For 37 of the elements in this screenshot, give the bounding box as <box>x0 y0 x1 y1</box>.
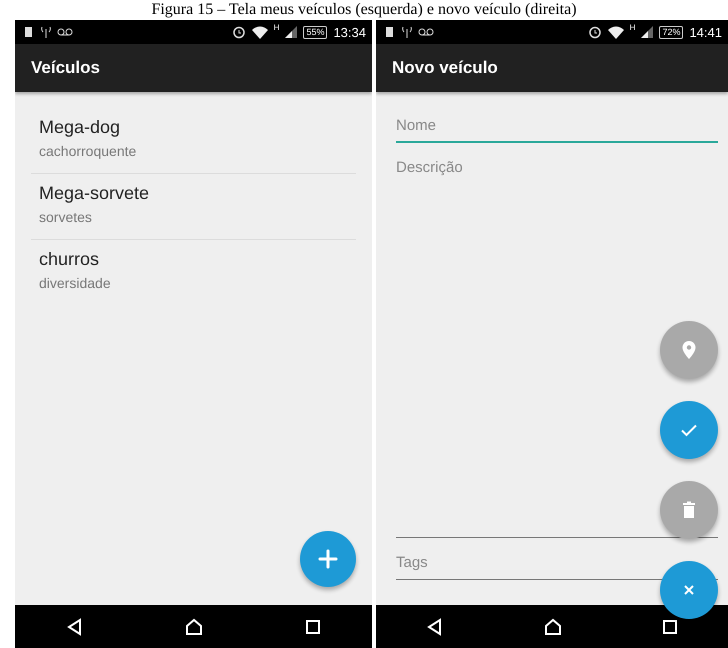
screen-title: Veículos <box>31 58 100 78</box>
home-icon[interactable] <box>544 618 562 636</box>
close-button[interactable] <box>660 561 718 619</box>
battery-level: 55% <box>303 26 328 38</box>
network-type: H <box>630 23 636 32</box>
add-button[interactable] <box>300 531 356 587</box>
save-button[interactable] <box>660 401 718 459</box>
vehicle-name[interactable]: Mega-sorvete <box>39 183 150 204</box>
wifi-icon <box>608 26 624 38</box>
vehicle-category: cachorroquente <box>39 143 136 159</box>
alarm-icon <box>588 25 602 39</box>
recents-icon[interactable] <box>662 618 678 634</box>
clock: 14:41 <box>689 24 722 40</box>
plus-icon <box>316 547 340 571</box>
signal-icon <box>641 26 654 38</box>
network-type: H <box>274 23 280 32</box>
clock: 13:34 <box>333 24 366 40</box>
antenna-icon <box>402 26 412 38</box>
home-icon[interactable] <box>185 618 204 636</box>
signal-icon <box>285 26 298 38</box>
sim-icon <box>384 26 396 38</box>
back-icon[interactable] <box>426 618 444 636</box>
voicemail-icon <box>57 27 73 37</box>
vehicle-category: sorvetes <box>39 209 92 225</box>
vehicle-name[interactable]: Mega-dog <box>39 117 120 138</box>
back-icon[interactable] <box>66 618 84 636</box>
screen-title: Novo veículo <box>392 58 498 78</box>
antenna-icon <box>41 26 51 38</box>
wifi-icon <box>252 26 268 38</box>
voicemail-icon <box>418 27 434 37</box>
vehicle-name[interactable]: churros <box>39 249 100 270</box>
sim-icon <box>23 26 35 38</box>
battery-level: 72% <box>659 26 684 38</box>
recents-icon[interactable] <box>305 618 322 634</box>
vehicle-category: diversidade <box>39 275 111 291</box>
figure-caption: Figura 15 – Tela meus veículos (esquerda) e novo veículo (direita) <box>150 0 578 20</box>
alarm-icon <box>232 25 246 39</box>
